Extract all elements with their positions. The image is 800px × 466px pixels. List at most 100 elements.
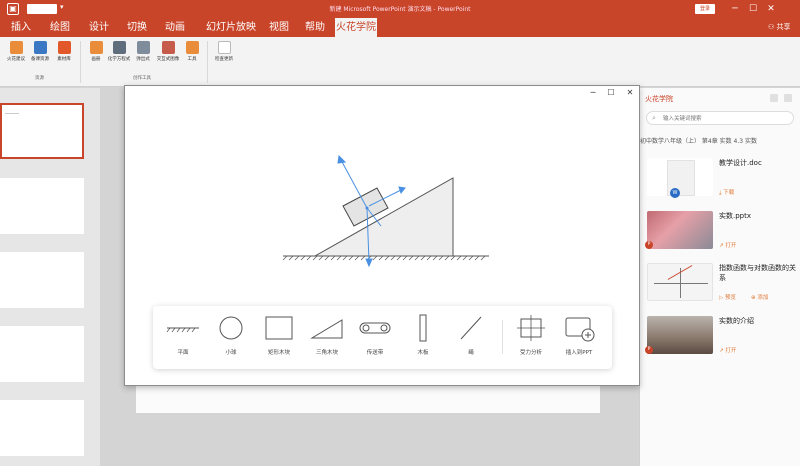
interactive-image-button[interactable]: 交互式图像 <box>155 41 181 62</box>
ball-icon <box>219 316 243 340</box>
lesson-resources-button[interactable]: 备课资源 <box>27 41 53 62</box>
open-button[interactable]: ↗ 打开 <box>719 346 736 354</box>
tools-button[interactable]: 工具 <box>179 41 205 62</box>
slide-thumbnail[interactable] <box>0 103 84 159</box>
palette-label: 三角木块 <box>315 350 338 356</box>
open-button[interactable]: ↗ 打开 <box>719 241 736 249</box>
palette-item-triangle-block[interactable]: 三角木块 <box>307 314 347 356</box>
library-icon <box>57 41 71 54</box>
slide-thumbnail[interactable] <box>0 252 84 308</box>
tab-design[interactable]: 设计 <box>84 18 114 37</box>
word-badge-icon: W <box>670 188 680 198</box>
popup-button[interactable]: 弹出式 <box>130 41 156 62</box>
slide-thumbnail[interactable] <box>0 178 84 234</box>
x-axis-line <box>654 283 708 284</box>
group-label-resources: 资源 <box>35 76 44 81</box>
tab-slideshow[interactable]: 幻灯片放映 <box>200 18 262 37</box>
ribbon-separator <box>80 41 81 83</box>
ribbon-panel: 火花建议 备课资源 素材库 资源 画册 化学方程式 弹出式 交互式图像 工具 创… <box>0 37 800 87</box>
action-label: 下载 <box>723 190 735 196</box>
panel-close-icon[interactable] <box>784 94 792 102</box>
close-icon[interactable]: ✕ <box>764 2 778 16</box>
palette-item-ball[interactable]: 小球 <box>211 314 251 356</box>
physics-scene-canvas[interactable] <box>125 86 641 316</box>
search-icon: ⌕ <box>652 114 656 122</box>
doc-thumbnail: W <box>647 158 713 198</box>
triangle-block[interactable] <box>313 177 454 257</box>
ppt-badge-icon: P <box>645 241 653 249</box>
button-label: 弹出式 <box>136 57 150 62</box>
resource-title[interactable]: 指数函数与对数函数的关系 <box>719 263 797 283</box>
share-label: 共享 <box>776 23 791 31</box>
download-button[interactable]: ⤓ 下载 <box>719 188 734 197</box>
palette-item-ground-plane[interactable]: 平面 <box>163 314 203 356</box>
user-icon: ⚇ <box>768 23 777 31</box>
palette-label: 插入到PPT <box>565 350 593 356</box>
ppt-badge-icon: P <box>645 346 653 354</box>
palette-label: 平面 <box>177 350 189 356</box>
slide-thumbnail[interactable] <box>0 400 84 456</box>
preview-button[interactable]: ▷ 预览 <box>719 293 736 301</box>
lightbulb-icon <box>9 41 23 54</box>
button-label: 素材库 <box>57 57 71 62</box>
palette-item-conveyor-belt[interactable]: 传送带 <box>355 314 395 356</box>
palette-item-force-analysis[interactable]: 受力分析 <box>511 314 551 356</box>
login-button[interactable]: 登录 <box>695 4 715 14</box>
resource-item[interactable]: 指数函数与对数函数的关系 ▷ 预览 ⊕ 添加 <box>647 263 797 307</box>
palette-item-rectangle-block[interactable]: 矩形木块 <box>259 314 299 356</box>
tab-draw[interactable]: 绘图 <box>44 18 76 37</box>
slide-thumbnails-panel[interactable] <box>0 88 100 466</box>
action-label: 打开 <box>725 243 737 249</box>
book-icon <box>33 41 47 54</box>
restore-icon[interactable]: ☐ <box>746 2 760 16</box>
conveyor-belt-icon <box>359 322 391 334</box>
slide-thumbnail[interactable] <box>0 326 84 382</box>
breadcrumb[interactable]: 初中数学八年级（上） 第4章 实数 4.3 实数 <box>640 136 800 145</box>
resource-title[interactable]: 实数的介绍 <box>719 316 797 326</box>
album-icon <box>89 41 103 54</box>
group-label-creation-tools: 创作工具 <box>133 76 151 81</box>
palette-label: 传送带 <box>366 350 384 356</box>
search-input[interactable] <box>663 114 783 123</box>
chemical-equation-icon <box>112 41 126 54</box>
title-bar: ▣ ▾ 新建 Microsoft PowerPoint 演示文稿 - Power… <box>0 0 800 18</box>
window-title: 新建 Microsoft PowerPoint 演示文稿 - PowerPoin… <box>329 6 471 13</box>
minimize-icon[interactable]: ─ <box>728 2 742 16</box>
tab-transitions[interactable]: 切换 <box>122 18 152 37</box>
check-update-button[interactable]: 检查更新 <box>211 41 237 62</box>
center-of-mass-point <box>365 206 369 210</box>
material-library-button[interactable]: 素材库 <box>51 41 77 62</box>
pptx-thumbnail <box>647 211 713 249</box>
button-label: 交互式图像 <box>156 57 180 62</box>
physics-tool-window: ─ ☐ ✕ 平面 小球 矩形木块 三角木块 传送带 木板 绳 受力分析 插入到P… <box>124 85 640 386</box>
tab-help[interactable]: 帮助 <box>300 18 330 37</box>
search-box[interactable]: ⌕ <box>646 111 794 125</box>
share-button[interactable]: ⚇ 共享 <box>768 22 791 32</box>
tab-huohua-academy[interactable]: 火花学院 <box>335 18 377 37</box>
tab-insert[interactable]: 插入 <box>6 18 36 37</box>
ground-plane[interactable] <box>282 255 489 261</box>
tab-animations[interactable]: 动画 <box>160 18 190 37</box>
palette-item-insert-to-ppt[interactable]: 插入到PPT <box>559 314 599 356</box>
triangle-block-icon <box>310 319 343 339</box>
tab-view[interactable]: 视图 <box>264 18 294 37</box>
resource-item[interactable]: P 实数的介绍 ↗ 打开 <box>645 316 797 360</box>
resource-title[interactable]: 教学设计.doc <box>719 158 797 168</box>
button-label: 化学方程式 <box>107 57 131 62</box>
action-label: 预览 <box>724 295 736 301</box>
panel-options-icon[interactable] <box>770 94 778 102</box>
toolbox-icon <box>185 41 199 54</box>
chemical-equation-button[interactable]: 化学方程式 <box>106 41 132 62</box>
palette-item-board[interactable]: 木板 <box>403 314 443 356</box>
huohua-side-panel: 火花学院 ⌕ 初中数学八年级（上） 第4章 实数 4.3 实数 W 教学设计.d… <box>639 88 800 466</box>
huohua-suggestion-button[interactable]: 火花建议 <box>3 41 29 62</box>
palette-label: 受力分析 <box>519 350 542 356</box>
resource-item[interactable]: W 教学设计.doc ⤓ 下载 <box>647 158 797 202</box>
ribbon-separator <box>207 41 208 83</box>
palette-item-rope[interactable]: 绳 <box>451 314 491 356</box>
force-analysis-icon <box>517 315 545 341</box>
add-button[interactable]: ⊕ 添加 <box>751 293 768 301</box>
resource-title[interactable]: 实数.pptx <box>719 211 797 221</box>
resource-item[interactable]: P 实数.pptx ↗ 打开 <box>645 211 797 255</box>
current-slide[interactable] <box>136 383 600 413</box>
